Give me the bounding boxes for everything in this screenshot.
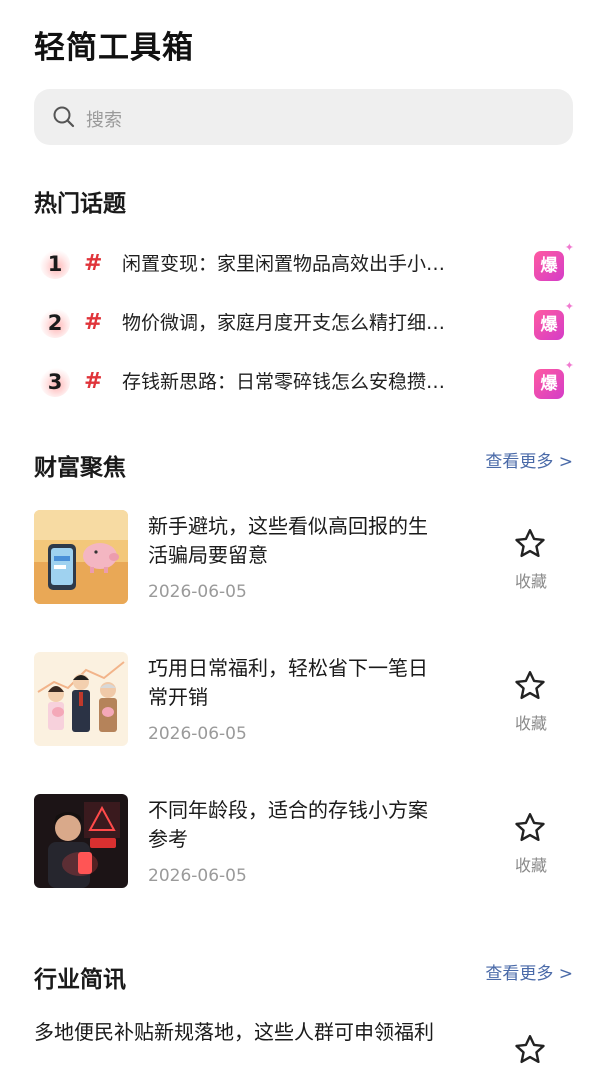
article-date: 2026-06-05 [148, 582, 247, 602]
hot-badge: 爆 [534, 310, 564, 340]
industry-section-title: 行业简讯 [34, 967, 126, 993]
article-card[interactable]: 巧用日常福利，轻松省下一笔日常开销 2026-06-05 收藏 [34, 652, 574, 752]
favorite-label[interactable]: 收藏 [512, 852, 550, 876]
wealth-see-more-link[interactable]: 查看更多 > [485, 447, 573, 472]
hot-topic-item[interactable]: 1 # 闲置变现：家里闲置物品高效出手小… 爆 ✦ [34, 241, 574, 287]
article-date: 2026-06-05 [148, 724, 247, 744]
hashtag-icon: # [84, 251, 103, 276]
hot-topic-text: 存钱新思路：日常零碎钱怎么安稳攒… [122, 371, 446, 393]
home-screen: 轻简工具箱 搜索 热门话题 1 # 闲置变现：家里闲置物品高效出手小… 爆 ✦ … [0, 0, 607, 1080]
hot-topic-text: 闲置变现：家里闲置物品高效出手小… [122, 253, 446, 275]
hot-topic-rank: 1 [40, 249, 70, 279]
news-title: 多地便民补贴新规落地，这些人群可申领福利 [34, 1020, 434, 1044]
hot-topic-text: 物价微调，家庭月度开支怎么精打细… [122, 312, 446, 334]
article-card[interactable]: 不同年龄段，适合的存钱小方案参考 2026-06-05 收藏 [34, 794, 574, 894]
star-icon[interactable] [512, 1032, 548, 1068]
search-input[interactable]: 搜索 [34, 89, 573, 145]
article-title: 不同年龄段，适合的存钱小方案参考 [148, 798, 428, 851]
wealth-section-title: 财富聚焦 [34, 455, 126, 481]
article-date: 2026-06-05 [148, 866, 247, 886]
news-item[interactable]: 多地便民补贴新规落地，这些人群可申领福利 [34, 1018, 574, 1080]
star-icon[interactable] [512, 526, 548, 562]
article-thumbnail [34, 510, 128, 604]
sparkle-icon: ✦ [564, 241, 574, 254]
sparkle-icon: ✦ [564, 300, 574, 313]
article-title: 新手避坑，这些看似高回报的生活骗局要留意 [148, 514, 428, 567]
search-placeholder: 搜索 [86, 110, 122, 131]
search-icon [53, 106, 75, 128]
hot-topic-rank: 2 [40, 308, 70, 338]
article-card[interactable]: 新手避坑，这些看似高回报的生活骗局要留意 2026-06-05 收藏 [34, 510, 574, 610]
favorite-label[interactable]: 收藏 [512, 568, 550, 592]
article-thumbnail [34, 794, 128, 888]
industry-see-more-link[interactable]: 查看更多 > [485, 959, 573, 984]
hot-badge: 爆 [534, 369, 564, 399]
app-title: 轻简工具箱 [34, 30, 194, 66]
hot-badge: 爆 [534, 251, 564, 281]
sparkle-icon: ✦ [564, 359, 574, 372]
star-icon[interactable] [512, 810, 548, 846]
article-thumbnail [34, 652, 128, 746]
hot-topic-item[interactable]: 2 # 物价微调，家庭月度开支怎么精打细… 爆 ✦ [34, 300, 574, 346]
hot-topic-rank: 3 [40, 367, 70, 397]
hot-topic-item[interactable]: 3 # 存钱新思路：日常零碎钱怎么安稳攒… 爆 ✦ [34, 359, 574, 405]
star-icon[interactable] [512, 668, 548, 704]
article-title: 巧用日常福利，轻松省下一笔日常开销 [148, 656, 428, 709]
favorite-label[interactable]: 收藏 [512, 710, 550, 734]
hashtag-icon: # [84, 369, 103, 394]
hot-topics-title: 热门话题 [34, 191, 126, 217]
hashtag-icon: # [84, 310, 103, 335]
